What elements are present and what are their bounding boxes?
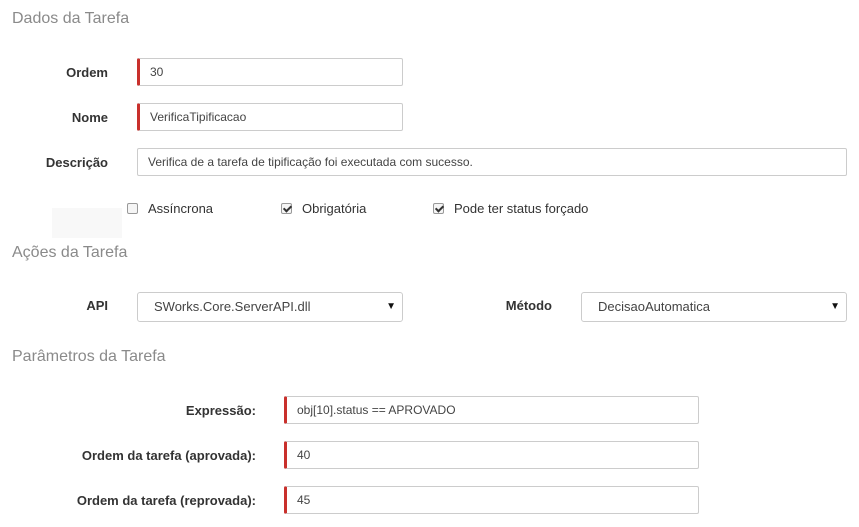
ordem-aprovada-input[interactable]: 40 (284, 441, 699, 469)
assincrona-label: Assíncrona (148, 201, 214, 216)
descricao-input[interactable]: Verifica de a tarefa de tipificação foi … (137, 148, 847, 176)
faint-background-block (52, 208, 122, 238)
api-select[interactable]: SWorks.Core.ServerAPI.dll ▼ (137, 292, 403, 322)
obrigatoria-label: Obrigatória (302, 201, 367, 216)
ordem-label: Ordem (66, 65, 108, 80)
section-title-dados: Dados da Tarefa (12, 10, 130, 27)
nome-label: Nome (71, 110, 108, 125)
section-title-acoes: Ações da Tarefa (12, 244, 128, 261)
assincrona-checkbox[interactable]: Assíncrona (127, 201, 213, 216)
unchecked-box-icon (127, 203, 138, 214)
ordem-reprovada-input[interactable]: 45 (284, 486, 699, 514)
caret-down-icon: ▼ (830, 301, 840, 312)
status-forcado-label: Pode ter status forçado (454, 201, 589, 216)
descricao-label: Descrição (45, 155, 108, 170)
obrigatoria-checkbox[interactable]: Obrigatória (281, 201, 366, 216)
metodo-label: Método (505, 298, 552, 313)
section-title-parametros: Parâmetros da Tarefa (12, 348, 166, 365)
caret-down-icon: ▼ (386, 301, 396, 312)
ordem-input[interactable]: 30 (137, 58, 403, 86)
ordem-aprovada-label: Ordem da tarefa (aprovada): (81, 448, 256, 463)
api-label: API (86, 298, 108, 313)
checked-box-icon (281, 203, 292, 214)
metodo-select-value: DecisaoAutomatica (598, 299, 710, 314)
checked-box-icon (433, 203, 444, 214)
expressao-input[interactable]: obj[10].status == APROVADO (284, 396, 699, 424)
nome-input[interactable]: VerificaTipificacao (137, 103, 403, 131)
ordem-reprovada-label: Ordem da tarefa (reprovada): (76, 493, 256, 508)
status-forcado-checkbox[interactable]: Pode ter status forçado (433, 201, 588, 216)
api-select-value: SWorks.Core.ServerAPI.dll (154, 299, 311, 314)
expressao-label: Expressão: (185, 403, 256, 418)
metodo-select[interactable]: DecisaoAutomatica ▼ (581, 292, 847, 322)
